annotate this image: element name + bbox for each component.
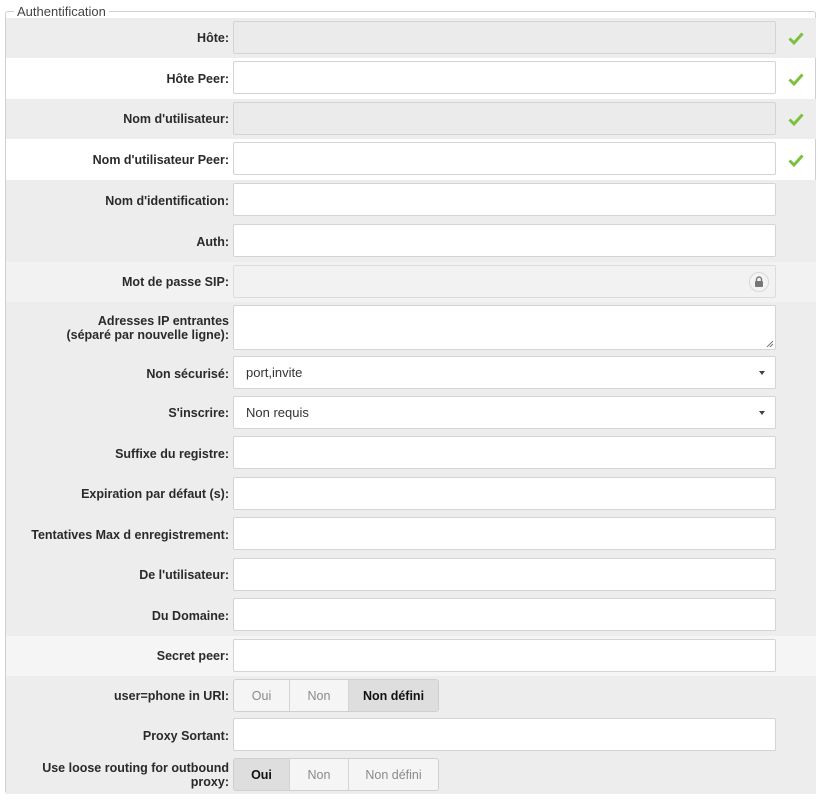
hote-peer-input[interactable] [233,61,776,94]
user-phone-option-non-defini[interactable]: Non défini [349,680,438,711]
du-domaine-input[interactable] [233,598,776,631]
non-securise-label: Non sécurisé: [146,366,229,381]
row-secret-peer: Secret peer: [6,636,816,676]
proxy-sortant-input[interactable] [233,718,776,751]
tentatives-label: Tentatives Max d enregistrement: [31,527,229,542]
proxy-sortant-label: Proxy Sortant: [142,728,229,743]
checkmark-icon [788,32,804,46]
loose-routing-label: Use loose routing for outbound proxy: [42,760,229,789]
row-proxy-sortant: Proxy Sortant: [6,716,816,755]
auth-input[interactable] [233,224,776,257]
nom-utilisateur-label: Nom d'utilisateur: [123,112,229,126]
sinscrire-value: Non requis [246,405,309,420]
resize-handle-icon[interactable] [766,340,774,348]
sinscrire-select[interactable]: Non requis [233,396,776,429]
row-hote: Hôte: [6,18,816,58]
tentatives-input[interactable] [233,517,776,550]
expiration-input[interactable] [233,477,776,510]
hote-label: Hôte: [197,31,229,45]
row-expiration: Expiration par défaut (s): [6,474,816,514]
row-nom-utilisateur-peer: Nom d'utilisateur Peer: [6,139,816,180]
loose-routing-option-non-defini[interactable]: Non défini [349,759,438,790]
row-sinscrire: S'inscrire: Non requis [6,393,816,433]
row-hote-peer: Hôte Peer: [6,58,816,99]
row-loose-routing: Use loose routing for outbound proxy: Ou… [6,755,816,794]
row-tentatives: Tentatives Max d enregistrement: [6,514,816,555]
loose-routing-toggle[interactable]: Oui Non Non défini [233,758,439,791]
secret-peer-input[interactable] [233,639,776,672]
row-du-domaine: Du Domaine: [6,595,816,636]
row-adresses-ip: Adresses IP entrantes (séparé par nouvel… [6,302,816,354]
caret-down-icon [759,411,765,415]
nom-utilisateur-peer-label: Nom d'utilisateur Peer: [92,152,229,167]
user-phone-toggle[interactable]: Oui Non Non défini [233,679,439,712]
adresses-ip-textarea[interactable] [233,305,776,350]
non-securise-value: port,invite [246,365,303,380]
row-non-securise: Non sécurisé: port,invite [6,354,816,393]
sinscrire-label: S'inscrire: [168,406,229,420]
row-nom-identification: Nom d'identification: [6,180,816,221]
checkmark-icon [788,154,804,168]
fieldset-legend: Authentification [14,4,109,19]
auth-label: Auth: [196,234,229,249]
checkmark-icon [788,113,804,127]
suffixe-input[interactable] [233,436,776,469]
adresses-ip-label-line2: (séparé par nouvelle ligne): [66,328,229,342]
du-domaine-label: Du Domaine: [151,608,229,623]
nom-identification-label: Nom d'identification: [105,193,229,208]
caret-down-icon [759,371,765,375]
lock-icon [755,276,763,287]
nom-identification-input[interactable] [233,183,776,216]
user-phone-label: user=phone in URI: [114,689,229,703]
de-utilisateur-input[interactable] [233,558,776,591]
mot-de-passe-input[interactable] [233,265,776,298]
hote-peer-label: Hôte Peer: [166,71,229,86]
user-phone-option-oui[interactable]: Oui [234,680,290,711]
expiration-label: Expiration par défaut (s): [81,487,229,501]
secret-peer-label: Secret peer: [156,649,229,663]
adresses-ip-label-line1: Adresses IP entrantes [97,314,229,328]
row-de-utilisateur: De l'utilisateur: [6,555,816,595]
hote-input[interactable] [233,21,776,54]
nom-utilisateur-input[interactable] [233,102,776,135]
mot-de-passe-label: Mot de passe SIP: [122,275,229,289]
row-nom-utilisateur: Nom d'utilisateur: [6,99,816,139]
row-user-phone: user=phone in URI: Oui Non Non défini [6,676,816,716]
row-suffixe: Suffixe du registre: [6,433,816,474]
row-auth: Auth: [6,221,816,262]
de-utilisateur-label: De l'utilisateur: [139,568,229,582]
non-securise-select[interactable]: port,invite [233,356,776,389]
nom-utilisateur-peer-input[interactable] [233,142,776,175]
loose-routing-option-oui[interactable]: Oui [234,759,290,790]
lock-toggle[interactable] [749,272,769,292]
suffixe-label: Suffixe du registre: [115,446,229,461]
loose-routing-option-non[interactable]: Non [290,759,349,790]
user-phone-option-non[interactable]: Non [290,680,349,711]
checkmark-icon [788,73,804,87]
row-mot-de-passe: Mot de passe SIP: [6,262,816,302]
adresses-ip-label: Adresses IP entrantes (séparé par nouvel… [6,314,229,342]
